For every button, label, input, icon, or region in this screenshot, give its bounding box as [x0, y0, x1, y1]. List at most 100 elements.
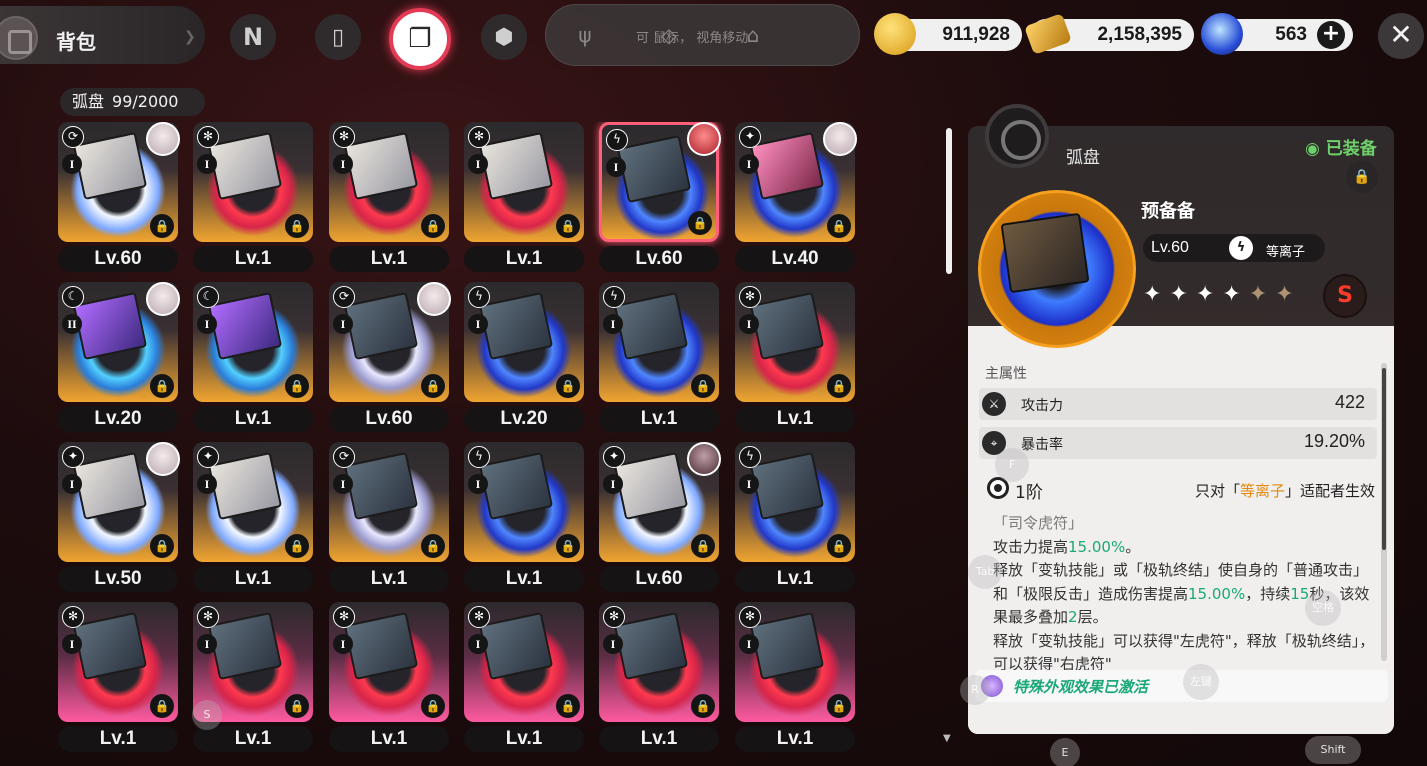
add-currency-button[interactable]: +: [1317, 21, 1345, 49]
bag-title-pill[interactable]: 背包 ❯: [0, 6, 205, 64]
disc-card[interactable]: ✻ I 🔒 Lv.1: [599, 602, 719, 757]
lock-icon: 🔒: [285, 214, 309, 238]
tier-numeral: I: [333, 154, 353, 174]
disc-card[interactable]: ✻ I 🔒 Lv.1: [58, 602, 178, 757]
disc-card-image: ✻ I 🔒: [58, 602, 178, 722]
disc-level-label: Lv.1: [193, 406, 313, 432]
disc-card[interactable]: ⟳ I 🔒 Lv.60: [58, 122, 180, 277]
key-hint-f: F: [995, 448, 1029, 482]
equipped-agent-avatar: [687, 442, 721, 476]
special-skin-bar[interactable]: 特殊外观效果已激活: [975, 670, 1388, 702]
tier-numeral: I: [197, 154, 217, 174]
lock-toggle-icon[interactable]: 🔒: [1346, 161, 1378, 193]
disc-category-icon: [985, 104, 1049, 168]
disc-level-label: Lv.1: [58, 726, 178, 752]
tab-disc-active[interactable]: ❐: [389, 8, 451, 70]
disc-card[interactable]: ✻ I 🔒 Lv.1: [193, 122, 313, 277]
star-rating: ✦✦✦✦✦✦: [1143, 282, 1302, 307]
currency-ticket: 2,158,395: [1024, 13, 1194, 55]
disc-card[interactable]: ✦ I 🔒 Lv.50: [58, 442, 180, 597]
grid-scroll-thumb[interactable]: [946, 128, 952, 274]
tab-n-logo[interactable]: N: [230, 14, 276, 60]
element-icon: ✻: [197, 126, 219, 148]
star-icon: ✦: [1143, 282, 1170, 307]
lock-icon: 🔒: [285, 374, 309, 398]
disc-card-image: ✻ I 🔒: [599, 602, 719, 722]
disc-level-label: Lv.60: [599, 566, 719, 592]
disc-card-image: ☾ I 🔒: [193, 282, 313, 402]
effect-title: 「司令虎符」: [993, 514, 1084, 532]
disc-card[interactable]: ⟳ I 🔒 Lv.60: [329, 282, 451, 437]
stat-value: 19.20%: [1303, 431, 1365, 451]
disc-card[interactable]: ✻ I 🔒 Lv.1: [329, 122, 449, 277]
disc-card[interactable]: ϟ I 🔒 Lv.60: [599, 122, 721, 277]
currency-gold: 911,928: [874, 13, 1022, 55]
lock-icon: 🔒: [827, 214, 851, 238]
element-icon: ϟ: [606, 129, 628, 151]
tier-numeral: I: [62, 634, 82, 654]
equipped-agent-avatar: [146, 122, 180, 156]
disc-level-label: Lv.1: [193, 566, 313, 592]
lock-icon: 🔒: [827, 694, 851, 718]
lock-icon: 🔒: [556, 694, 580, 718]
skin-status-text: 特殊外观效果已激活: [1013, 678, 1149, 696]
lock-icon: 🔒: [827, 374, 851, 398]
key-hint-left-click: 左键: [1183, 664, 1219, 700]
disc-card[interactable]: ✦ I 🔒 Lv.60: [599, 442, 721, 597]
disc-card[interactable]: ☾ I 🔒 Lv.1: [193, 282, 313, 437]
camera-hint-bar: ψ ◇ ⌂ 可 鼠标， 视角移动: [545, 4, 860, 66]
disc-card[interactable]: ✻ I 🔒 Lv.1: [464, 122, 584, 277]
disc-card-image: ✻ I 🔒: [464, 122, 584, 242]
tier-numeral: I: [333, 634, 353, 654]
equipped-agent-avatar: [687, 122, 721, 156]
fork-knife-icon[interactable]: ψ: [572, 23, 598, 49]
disc-card[interactable]: ✻ I 🔒 Lv.1: [193, 602, 313, 757]
tab-cube[interactable]: ⬢: [481, 14, 527, 60]
disc-card[interactable]: ✻ I 🔒 Lv.1: [329, 602, 449, 757]
lock-icon: 🔒: [421, 374, 445, 398]
disc-card[interactable]: ✻ I 🔒 Lv.1: [735, 282, 855, 437]
disc-card[interactable]: ☾ II 🔒 Lv.20: [58, 282, 180, 437]
description-scroll-thumb[interactable]: [1382, 368, 1386, 550]
close-button[interactable]: ✕: [1378, 13, 1424, 59]
disc-card[interactable]: ✦ I 🔒 Lv.1: [193, 442, 313, 597]
disc-card[interactable]: ϟ I 🔒 Lv.1: [464, 442, 584, 597]
equipped-agent-avatar: [417, 282, 451, 316]
disc-card[interactable]: ✦ I 🔒 Lv.40: [735, 122, 857, 277]
currency-ticket-value: 2,158,395: [1097, 24, 1182, 45]
disc-card[interactable]: ϟ I 🔒 Lv.1: [599, 282, 719, 437]
disc-card[interactable]: ⟳ I 🔒 Lv.1: [329, 442, 449, 597]
key-hint-s: S: [192, 700, 222, 730]
disc-card-image: ✦ I 🔒: [193, 442, 313, 562]
disc-card[interactable]: ϟ I 🔒 Lv.1: [735, 442, 855, 597]
tier-note: 只对「等离子」适配者生效: [1194, 482, 1375, 500]
disc-level-label: Lv.1: [329, 726, 449, 752]
element-icon: ✻: [197, 606, 219, 628]
disc-level: Lv.60: [1151, 239, 1189, 256]
disc-card[interactable]: ϟ I 🔒 Lv.20: [464, 282, 584, 437]
disc-card-image: ✻ I 🔒: [735, 282, 855, 402]
page-title: 背包: [56, 30, 96, 54]
rank-s-badge: S: [1323, 274, 1367, 318]
element-icon: ϟ: [603, 286, 625, 308]
disc-level-label: Lv.1: [193, 726, 313, 752]
stat-value: 422: [1334, 392, 1365, 412]
disc-card-image: ✻ I 🔒: [735, 602, 855, 722]
element-icon: ✻: [739, 286, 761, 308]
disc-card[interactable]: ✻ I 🔒 Lv.1: [464, 602, 584, 757]
disc-card-image: ⟳ I 🔒: [329, 442, 449, 562]
tier-numeral: I: [468, 314, 488, 334]
disc-level-label: Lv.60: [58, 246, 178, 272]
category-tabs: N ▯ ❐ ⬢: [205, 8, 545, 70]
tab-gameboy[interactable]: ▯: [315, 14, 361, 60]
inventory-count-pill: 弧盘 99/2000: [60, 88, 205, 116]
key-hint-e: E: [1050, 738, 1080, 766]
tier-numeral: I: [197, 474, 217, 494]
lock-icon: 🔒: [556, 374, 580, 398]
disc-card[interactable]: ✻ I 🔒 Lv.1: [735, 602, 855, 757]
lock-icon: 🔒: [285, 694, 309, 718]
scroll-down-icon[interactable]: ▼: [943, 733, 951, 744]
equipped-agent-avatar: [146, 282, 180, 316]
disc-level-label: Lv.1: [464, 246, 584, 272]
disc-level-label: Lv.60: [329, 406, 449, 432]
